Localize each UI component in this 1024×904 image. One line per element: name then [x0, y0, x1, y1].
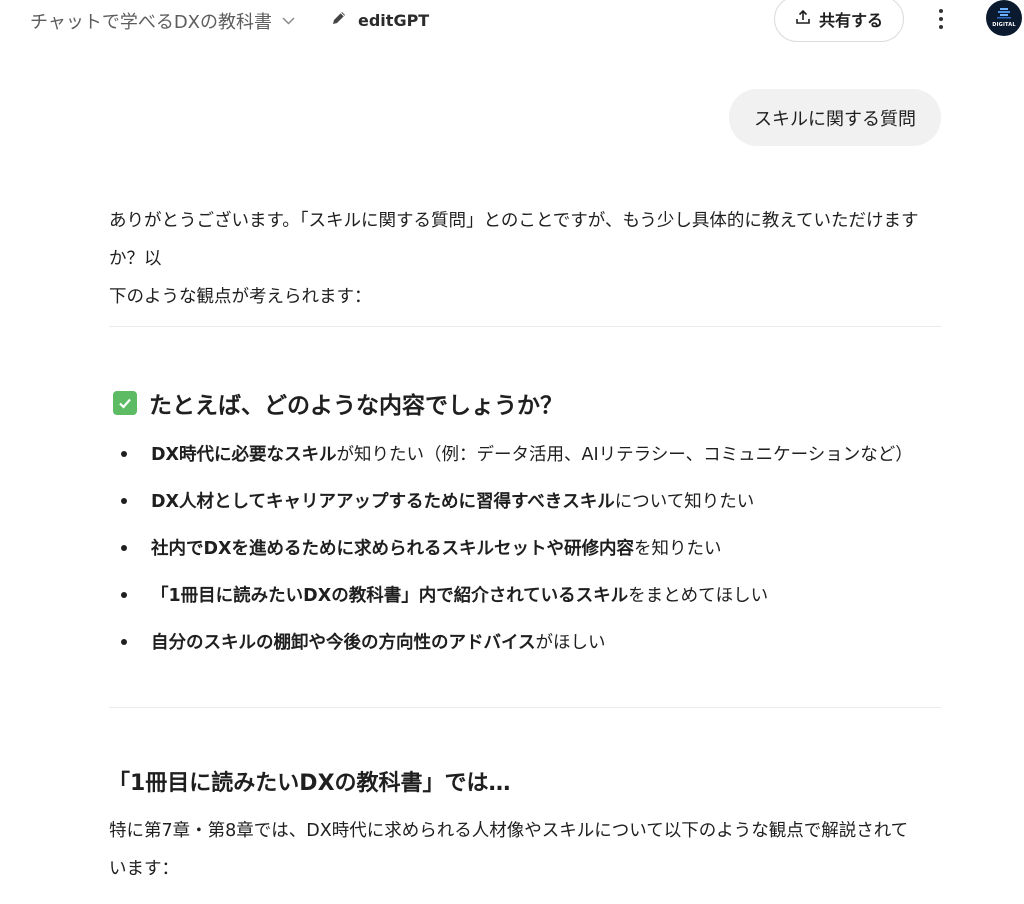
- list-item-bold: 「1冊目に読みたいDXの教科書」内で紹介されているスキル: [151, 586, 629, 606]
- list-item-rest: を知りたい: [634, 539, 722, 559]
- list-item-bold: 社内でDXを進めるために求められるスキルセットや研修内容: [151, 539, 635, 559]
- chevron-down-icon: [282, 14, 295, 29]
- user-message-bubble: スキルに関する質問: [729, 89, 941, 146]
- example-list: DX時代に必要なスキルが知りたい（例：データ活用、AIリテラシー、コミュニケーシ…: [121, 430, 913, 665]
- intro-line-2: 下のような観点が考えられます：: [109, 287, 372, 307]
- list-item-text: 社内でDXを進めるために求められるスキルセットや研修内容を知りたい: [151, 535, 722, 560]
- pencil-icon: [330, 9, 358, 31]
- user-message-text: スキルに関する質問: [754, 108, 916, 130]
- list-item: DX人材としてキャリアアップするために習得すべきスキルについて知りたい: [121, 477, 913, 524]
- list-item: DX時代に必要なスキルが知りたい（例：データ活用、AIリテラシー、コミュニケーシ…: [121, 430, 913, 477]
- bullet-dot: [121, 591, 127, 598]
- edit-gpt-label: editGPT: [358, 10, 430, 30]
- gpt-title-dropdown[interactable]: チャットで学べるDXの教科書: [30, 8, 295, 34]
- avatar-logo-icon: [997, 8, 1011, 19]
- intro-line-1: ありがとうございます。「スキルに関する質問」とのことですが、もう少し具体的に教え…: [109, 211, 919, 269]
- top-bar: チャットで学べるDXの教科書 editGPT 共有する DIGITAL: [0, 0, 1024, 42]
- book-section-body: 特に第7章・第8章では、DX時代に求められる人材像やスキルについて以下のような観…: [109, 812, 941, 888]
- bullet-dot: [121, 544, 127, 551]
- edit-gpt-button[interactable]: editGPT: [330, 9, 429, 31]
- list-item: 自分のスキルの棚卸や今後の方向性のアドバイスがほしい: [121, 618, 913, 665]
- more-options-button[interactable]: [930, 4, 952, 34]
- bullet-dot: [121, 450, 127, 457]
- list-item-rest: について知りたい: [614, 492, 755, 512]
- share-upload-icon: [795, 9, 819, 29]
- avatar[interactable]: DIGITAL: [986, 0, 1022, 36]
- list-item-bold: 自分のスキルの棚卸や今後の方向性のアドバイス: [151, 633, 536, 653]
- list-item-bold: DX人材としてキャリアアップするために習得すべきスキル: [151, 492, 615, 512]
- list-item-bold: DX時代に必要なスキル: [151, 445, 337, 465]
- check-box-icon: [113, 391, 137, 415]
- share-label: 共有する: [818, 11, 883, 30]
- bullet-dot: [121, 497, 127, 504]
- section-heading-text: たとえば、どのような内容でしょうか？: [149, 393, 563, 419]
- more-vertical-icon: [939, 9, 943, 13]
- list-item-text: DX人材としてキャリアアップするために習得すべきスキルについて知りたい: [151, 488, 754, 513]
- book-line-2: います：: [109, 859, 179, 879]
- list-item-rest: が知りたい（例：データ活用、AIリテラシー、コミュニケーションなど）: [336, 445, 913, 465]
- avatar-text: DIGITAL: [992, 22, 1016, 28]
- divider: [109, 326, 941, 327]
- more-dot: [939, 25, 943, 29]
- section-heading-book: 「1冊目に読みたいDXの教科書」では…: [108, 771, 511, 796]
- share-button[interactable]: 共有する: [774, 0, 904, 42]
- more-dot: [939, 17, 943, 21]
- list-item-text: 「1冊目に読みたいDXの教科書」内で紹介されているスキルをまとめてほしい: [151, 582, 768, 607]
- list-item-text: 自分のスキルの棚卸や今後の方向性のアドバイスがほしい: [151, 629, 605, 654]
- divider: [109, 707, 941, 708]
- assistant-intro: ありがとうございます。「スキルに関する質問」とのことですが、もう少し具体的に教え…: [109, 202, 941, 316]
- section-heading-examples: たとえば、どのような内容でしょうか？: [113, 386, 563, 420]
- list-item-rest: がほしい: [535, 633, 606, 653]
- list-item-rest: をまとめてほしい: [628, 586, 769, 606]
- gpt-title-label: チャットで学べるDXの教科書: [30, 12, 273, 33]
- book-line-1: 特に第7章・第8章では、DX時代に求められる人材像やスキルについて以下のような観…: [109, 821, 909, 841]
- list-item-text: DX時代に必要なスキルが知りたい（例：データ活用、AIリテラシー、コミュニケーシ…: [151, 441, 913, 466]
- list-item: 社内でDXを進めるために求められるスキルセットや研修内容を知りたい: [121, 524, 913, 571]
- bullet-dot: [121, 638, 127, 645]
- list-item: 「1冊目に読みたいDXの教科書」内で紹介されているスキルをまとめてほしい: [121, 571, 913, 618]
